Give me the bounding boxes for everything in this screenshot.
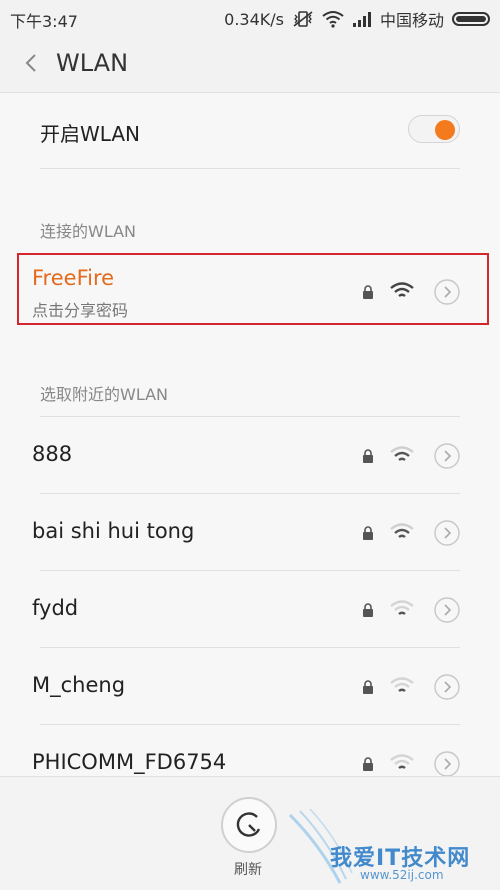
network-name: fydd — [32, 596, 79, 620]
network-item[interactable]: 888 — [32, 418, 464, 494]
status-time: 下午3:47 — [10, 12, 78, 31]
signal-icon — [352, 12, 371, 27]
divider — [40, 570, 460, 571]
refresh-button[interactable] — [221, 797, 277, 853]
network-name: M_cheng — [32, 673, 126, 697]
switch-knob — [435, 120, 455, 140]
lock-icon — [363, 449, 373, 463]
refresh-icon — [236, 812, 261, 837]
lock-icon — [363, 285, 373, 299]
lock-icon — [363, 757, 373, 771]
lock-icon — [363, 603, 373, 617]
network-detail-icon[interactable] — [434, 751, 460, 777]
network-detail-icon[interactable] — [434, 279, 460, 305]
wifi-signal-icon — [390, 677, 414, 692]
vibrate-icon — [293, 11, 313, 27]
status-right: 0.34K/s 中国移动 — [224, 7, 490, 31]
connected-network-name: FreeFire — [32, 266, 115, 290]
network-item[interactable]: M_cheng — [32, 649, 464, 725]
divider — [40, 647, 460, 648]
network-detail-icon[interactable] — [434, 443, 460, 469]
wifi-signal-icon — [390, 523, 414, 538]
share-password-hint: 点击分享密码 — [32, 301, 129, 320]
back-arrow-icon[interactable] — [20, 51, 44, 75]
wifi-signal-icon — [390, 282, 414, 297]
connected-section-header: 连接的WLAN — [40, 222, 137, 241]
wifi-signal-icon — [390, 754, 414, 769]
refresh-label: 刷新 — [234, 862, 262, 878]
network-detail-icon[interactable] — [434, 597, 460, 623]
nearby-section-header: 选取附近的WLAN — [40, 385, 169, 404]
watermark-url: www.52ij.com — [360, 868, 444, 882]
title-bar: WLAN — [0, 36, 500, 93]
network-name: bai shi hui tong — [32, 519, 195, 543]
wifi-signal-icon — [390, 600, 414, 615]
divider — [40, 724, 460, 725]
network-name: PHICOMM_FD6754 — [32, 750, 227, 774]
carrier-name: 中国移动 — [379, 11, 444, 30]
wlan-toggle-row: 开启WLAN — [40, 92, 460, 169]
status-bar: 下午3:47 0.34K/s 中国移动 — [0, 0, 500, 36]
network-speed: 0.34K/s — [224, 9, 284, 29]
divider — [40, 416, 460, 417]
lock-icon — [363, 680, 373, 694]
divider — [40, 493, 460, 494]
lock-icon — [363, 526, 373, 540]
network-detail-icon[interactable] — [434, 520, 460, 546]
connected-network-item[interactable]: FreeFire 点击分享密码 — [32, 252, 464, 324]
wifi-signal-icon — [390, 446, 414, 461]
network-name: 888 — [32, 442, 73, 466]
wifi-status-icon — [322, 11, 344, 28]
network-detail-icon[interactable] — [434, 674, 460, 700]
wlan-toggle-switch[interactable] — [408, 115, 460, 143]
network-item[interactable]: bai shi hui tong — [32, 495, 464, 571]
page-title: WLAN — [56, 49, 129, 77]
wlan-toggle-label: 开启WLAN — [40, 122, 141, 146]
network-item[interactable]: fydd — [32, 572, 464, 648]
battery-icon — [452, 12, 490, 26]
